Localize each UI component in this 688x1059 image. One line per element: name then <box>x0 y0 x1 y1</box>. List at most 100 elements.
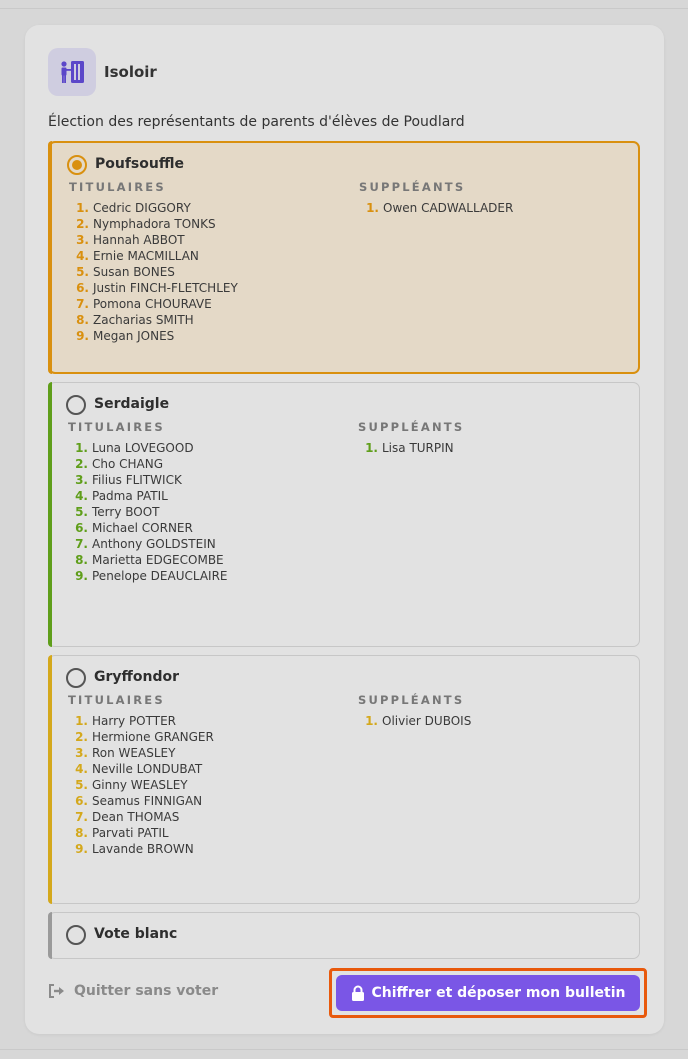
list-accent-bar <box>48 912 52 959</box>
candidate-item: 8. Marietta EDGECOMBE <box>68 552 228 568</box>
candidate-rank: 7. <box>75 810 88 824</box>
radio-gryffondor[interactable] <box>66 668 86 688</box>
titulaires-label: TITULAIRES <box>68 693 165 707</box>
candidate-rank: 1. <box>76 201 89 215</box>
candidate-item: 9. Lavande BROWN <box>68 841 214 857</box>
radio-serdaigle[interactable] <box>66 395 86 415</box>
candidate-rank: 7. <box>76 297 89 311</box>
list-card-vote-blanc[interactable]: Vote blanc <box>48 912 640 959</box>
candidate-rank: 6. <box>75 794 88 808</box>
candidate-rank: 3. <box>75 746 88 760</box>
candidate-rank: 1. <box>75 441 88 455</box>
candidate-name: Pomona CHOURAVE <box>93 297 212 311</box>
candidate-item: 5. Terry BOOT <box>68 504 228 520</box>
candidate-rank: 6. <box>75 521 88 535</box>
candidate-item: 4. Neville LONDUBAT <box>68 761 214 777</box>
list-name: Gryffondor <box>94 669 179 685</box>
titulaires-list: 1. Luna LOVEGOOD 2. Cho CHANG 3. Filius FLITW… <box>68 440 228 584</box>
suppleants-label: SUPPLÉANTS <box>359 180 466 194</box>
candidate-name: Marietta EDGECOMBE <box>92 553 224 567</box>
candidate-rank: 5. <box>76 265 89 279</box>
blank-vote-label: Vote blanc <box>94 926 178 942</box>
candidate-item: 2. Cho CHANG <box>68 456 228 472</box>
candidate-rank: 2. <box>76 217 89 231</box>
candidate-rank: 4. <box>76 249 89 263</box>
list-card-poufsouffle[interactable]: Poufsouffle TITULAIRES SUPPLÉANTS 1. Cedr… <box>48 141 640 374</box>
candidate-name: Susan BONES <box>93 265 175 279</box>
candidate-rank: 1. <box>75 714 88 728</box>
candidate-item: 8. Zacharias SMITH <box>69 312 238 328</box>
list-accent-bar <box>48 141 52 374</box>
candidate-name: Luna LOVEGOOD <box>92 441 194 455</box>
suppleants-list: 1. Olivier DUBOIS <box>358 713 471 729</box>
candidate-name: Parvati PATIL <box>92 826 169 840</box>
list-accent-bar <box>48 382 52 647</box>
candidate-name: Cho CHANG <box>92 457 164 471</box>
candidate-item: 4. Ernie MACMILLAN <box>69 248 238 264</box>
candidate-rank: 7. <box>75 537 88 551</box>
suppleants-list: 1. Lisa TURPIN <box>358 440 454 456</box>
list-card-gryffondor[interactable]: Gryffondor TITULAIRES SUPPLÉANTS 1. Harry… <box>48 655 640 904</box>
titulaires-list: 1. Cedric DIGGORY 2. Nymphadora TONKS 3. Hann… <box>69 200 238 344</box>
candidate-item: 3. Hannah ABBOT <box>69 232 238 248</box>
candidate-item: 5. Ginny WEASLEY <box>68 777 214 793</box>
candidate-item: 7. Dean THOMAS <box>68 809 214 825</box>
candidate-name: Cedric DIGGORY <box>93 201 191 215</box>
submit-ballot-button[interactable]: Chiffrer et déposer mon bulletin <box>336 975 640 1011</box>
candidate-name: Terry BOOT <box>92 505 160 519</box>
titulaires-label: TITULAIRES <box>68 420 165 434</box>
candidate-item: 2. Hermione GRANGER <box>68 729 214 745</box>
candidate-name: Hermione GRANGER <box>92 730 214 744</box>
list-card-serdaigle[interactable]: Serdaigle TITULAIRES SUPPLÉANTS 1. Luna L… <box>48 382 640 647</box>
candidate-item: 3. Filius FLITWICK <box>68 472 228 488</box>
suppleants-list: 1. Owen CADWALLADER <box>359 200 513 216</box>
titulaires-label: TITULAIRES <box>69 180 166 194</box>
list-accent-bar <box>48 655 52 904</box>
suppleants-label: SUPPLÉANTS <box>358 693 465 707</box>
radio-vote-blanc[interactable] <box>66 925 86 945</box>
candidate-item: 1. Olivier DUBOIS <box>358 713 471 729</box>
candidate-item: 1. Luna LOVEGOOD <box>68 440 228 456</box>
candidate-name: Ron WEASLEY <box>92 746 176 760</box>
candidate-name: Zacharias SMITH <box>93 313 194 327</box>
candidate-name: Dean THOMAS <box>92 810 180 824</box>
candidate-rank: 3. <box>76 233 89 247</box>
list-name: Poufsouffle <box>95 156 184 172</box>
candidate-rank: 3. <box>75 473 88 487</box>
ballot-card: Isoloir Élection des représentants de pa… <box>25 25 664 1034</box>
candidate-rank: 8. <box>76 313 89 327</box>
list-name: Serdaigle <box>94 396 170 412</box>
election-title: Élection des représentants de parents d'… <box>48 114 465 130</box>
submit-focus-ring: Chiffrer et déposer mon bulletin <box>329 968 647 1018</box>
candidate-name: Filius FLITWICK <box>92 473 182 487</box>
candidate-item: 9. Megan JONES <box>69 328 238 344</box>
candidate-rank: 2. <box>75 457 88 471</box>
lock-icon <box>351 985 364 1001</box>
candidate-item: 9. Penelope DEAUCLAIRE <box>68 568 228 584</box>
candidate-name: Neville LONDUBAT <box>92 762 203 776</box>
candidate-name: Ginny WEASLEY <box>92 778 188 792</box>
candidate-item: 6. Seamus FINNIGAN <box>68 793 214 809</box>
sign-out-icon <box>49 984 64 998</box>
candidate-name: Harry POTTER <box>92 714 176 728</box>
candidate-name: Padma PATIL <box>92 489 168 503</box>
candidate-name: Justin FINCH-FLETCHLEY <box>93 281 238 295</box>
voting-booth-icon <box>48 48 96 96</box>
candidate-rank: 8. <box>75 826 88 840</box>
candidate-name: Olivier DUBOIS <box>382 714 472 728</box>
quit-button[interactable]: Quitter sans voter <box>48 983 218 999</box>
candidate-name: Michael CORNER <box>92 521 193 535</box>
candidate-item: 6. Justin FINCH-FLETCHLEY <box>69 280 238 296</box>
candidate-name: Penelope DEAUCLAIRE <box>92 569 228 583</box>
radio-poufsouffle[interactable] <box>67 155 87 175</box>
candidate-rank: 9. <box>76 329 89 343</box>
candidate-rank: 9. <box>75 842 88 856</box>
candidate-rank: 1. <box>366 201 379 215</box>
candidate-item: 7. Anthony GOLDSTEIN <box>68 536 228 552</box>
candidate-rank: 8. <box>75 553 88 567</box>
candidate-name: Megan JONES <box>93 329 175 343</box>
candidate-name: Owen CADWALLADER <box>383 201 514 215</box>
candidate-item: 1. Lisa TURPIN <box>358 440 454 456</box>
candidate-rank: 2. <box>75 730 88 744</box>
candidate-item: 7. Pomona CHOURAVE <box>69 296 238 312</box>
